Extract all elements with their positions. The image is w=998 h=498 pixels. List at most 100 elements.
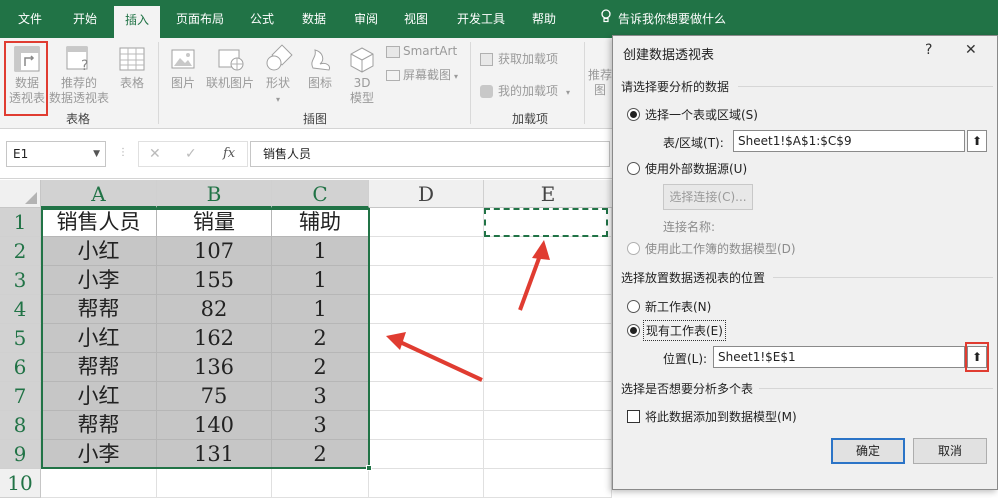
column-header-b[interactable]: B bbox=[157, 180, 272, 208]
tab-page-layout[interactable]: 页面布局 bbox=[170, 0, 230, 38]
cell-c9[interactable]: 2 bbox=[272, 440, 369, 469]
row-header-4[interactable]: 4 bbox=[0, 295, 41, 324]
cell-b3[interactable]: 155 bbox=[157, 266, 272, 295]
shapes-button[interactable]: 形状 ▾ bbox=[260, 44, 296, 107]
tab-file[interactable]: 文件 bbox=[10, 0, 50, 38]
tab-data[interactable]: 数据 bbox=[292, 0, 336, 38]
column-header-c[interactable]: C bbox=[272, 180, 369, 208]
insert-function-icon[interactable]: fx bbox=[223, 146, 235, 161]
icons-button[interactable]: 图标 bbox=[302, 44, 338, 91]
radio-data-model-label[interactable]: 使用此工作簿的数据模型(D) bbox=[645, 240, 796, 257]
cell-b2[interactable]: 107 bbox=[157, 237, 272, 266]
picture-button[interactable]: 图片 bbox=[166, 44, 200, 91]
cell-d10[interactable] bbox=[369, 469, 484, 498]
radio-select-table[interactable] bbox=[627, 108, 640, 121]
enter-icon[interactable]: ✓ bbox=[185, 146, 197, 162]
cell-c8[interactable]: 3 bbox=[272, 411, 369, 440]
cell-c3[interactable]: 1 bbox=[272, 266, 369, 295]
radio-new-worksheet[interactable] bbox=[627, 300, 640, 313]
tab-view[interactable]: 视图 bbox=[394, 0, 438, 38]
3d-models-button[interactable]: 3D 模型 bbox=[344, 44, 380, 106]
cell-b8[interactable]: 140 bbox=[157, 411, 272, 440]
table-range-input[interactable]: Sheet1!$A$1:$C$9 bbox=[733, 130, 965, 152]
cell-a7[interactable]: 小红 bbox=[41, 382, 157, 411]
radio-existing-worksheet[interactable] bbox=[627, 324, 640, 337]
formula-input[interactable]: 销售人员 bbox=[250, 141, 610, 167]
cell-b10[interactable] bbox=[157, 469, 272, 498]
cell-b6[interactable]: 136 bbox=[157, 353, 272, 382]
select-all-corner[interactable] bbox=[0, 180, 41, 208]
cell-d9[interactable] bbox=[369, 440, 484, 469]
cell-a3[interactable]: 小李 bbox=[41, 266, 157, 295]
column-header-e[interactable]: E bbox=[484, 180, 612, 208]
recommended-charts-button[interactable]: 推荐 图 bbox=[588, 68, 612, 98]
radio-data-model[interactable] bbox=[627, 242, 640, 255]
smartart-button[interactable]: SmartArt bbox=[386, 44, 457, 58]
cell-e10[interactable] bbox=[484, 469, 612, 498]
cell-a5[interactable]: 小红 bbox=[41, 324, 157, 353]
tab-home[interactable]: 开始 bbox=[62, 0, 108, 38]
column-header-d[interactable]: D bbox=[369, 180, 484, 208]
row-header-7[interactable]: 7 bbox=[0, 382, 41, 411]
cell-c1[interactable]: 辅助 bbox=[272, 208, 369, 237]
tab-formulas[interactable]: 公式 bbox=[240, 0, 284, 38]
choose-connection-button[interactable]: 选择连接(C)... bbox=[663, 184, 753, 210]
cell-d8[interactable] bbox=[369, 411, 484, 440]
get-addins-button[interactable]: 获取加载项 bbox=[480, 50, 558, 67]
name-box[interactable]: E1 ▼ bbox=[6, 141, 106, 167]
add-to-model-label[interactable]: 将此数据添加到数据模型(M) bbox=[645, 408, 797, 425]
help-button[interactable]: ? bbox=[925, 42, 932, 58]
tell-me-box[interactable]: 告诉我你想要做什么 bbox=[600, 0, 740, 38]
radio-existing-worksheet-label[interactable]: 现有工作表(E) bbox=[643, 320, 726, 341]
row-header-5[interactable]: 5 bbox=[0, 324, 41, 353]
cancel-button[interactable]: 取消 bbox=[913, 438, 987, 464]
recommended-pivottables-button[interactable]: ? 推荐的 数据透视表 bbox=[48, 44, 110, 106]
table-button[interactable]: 表格 bbox=[112, 44, 152, 91]
cell-e9[interactable] bbox=[484, 440, 612, 469]
cancel-icon[interactable]: ✕ bbox=[149, 146, 161, 162]
row-header-2[interactable]: 2 bbox=[0, 237, 41, 266]
cell-a4[interactable]: 帮帮 bbox=[41, 295, 157, 324]
cell-e8[interactable] bbox=[484, 411, 612, 440]
spreadsheet-grid[interactable]: A B C D E 1 销售人员 销量 辅助 2 小红 107 1 3 小李 155 1 4 帮帮 82 1 5… bbox=[0, 180, 612, 498]
cell-b4[interactable]: 82 bbox=[157, 295, 272, 324]
ok-button[interactable]: 确定 bbox=[831, 438, 905, 464]
cell-a9[interactable]: 小李 bbox=[41, 440, 157, 469]
online-pictures-button[interactable]: 联机图片 bbox=[202, 44, 258, 91]
radio-external-source-label[interactable]: 使用外部数据源(U) bbox=[645, 160, 747, 177]
row-header-10[interactable]: 10 bbox=[0, 469, 41, 498]
cell-c4[interactable]: 1 bbox=[272, 295, 369, 324]
cell-a2[interactable]: 小红 bbox=[41, 237, 157, 266]
close-button[interactable]: ✕ bbox=[965, 42, 977, 58]
cell-c10[interactable] bbox=[272, 469, 369, 498]
cell-a6[interactable]: 帮帮 bbox=[41, 353, 157, 382]
cell-c5[interactable]: 2 bbox=[272, 324, 369, 353]
cell-c6[interactable]: 2 bbox=[272, 353, 369, 382]
radio-new-worksheet-label[interactable]: 新工作表(N) bbox=[645, 298, 711, 315]
column-header-a[interactable]: A bbox=[41, 180, 157, 208]
row-header-8[interactable]: 8 bbox=[0, 411, 41, 440]
cell-b5[interactable]: 162 bbox=[157, 324, 272, 353]
name-box-dropdown-icon[interactable]: ▼ bbox=[93, 142, 100, 166]
tab-insert[interactable]: 插入 bbox=[114, 6, 160, 38]
cell-a8[interactable]: 帮帮 bbox=[41, 411, 157, 440]
cell-b1[interactable]: 销量 bbox=[157, 208, 272, 237]
my-addins-button[interactable]: 我的加载项 ▾ bbox=[480, 82, 570, 99]
radio-external-source[interactable] bbox=[627, 162, 640, 175]
cell-b9[interactable]: 131 bbox=[157, 440, 272, 469]
cell-b7[interactable]: 75 bbox=[157, 382, 272, 411]
fill-handle[interactable] bbox=[366, 465, 372, 471]
location-input[interactable]: Sheet1!$E$1 bbox=[713, 346, 965, 368]
cell-a10[interactable] bbox=[41, 469, 157, 498]
screenshot-button[interactable]: 屏幕截图 ▾ bbox=[386, 66, 458, 83]
row-header-6[interactable]: 6 bbox=[0, 353, 41, 382]
cell-c7[interactable]: 3 bbox=[272, 382, 369, 411]
tab-developer[interactable]: 开发工具 bbox=[446, 0, 516, 38]
collapse-range-icon[interactable]: ⬆ bbox=[967, 130, 987, 152]
row-header-9[interactable]: 9 bbox=[0, 440, 41, 469]
radio-select-table-label[interactable]: 选择一个表或区域(S) bbox=[645, 106, 758, 123]
add-to-model-checkbox[interactable] bbox=[627, 410, 640, 423]
tab-review[interactable]: 审阅 bbox=[344, 0, 388, 38]
cell-a1[interactable]: 销售人员 bbox=[41, 208, 157, 237]
tab-help[interactable]: 帮助 bbox=[522, 0, 566, 38]
